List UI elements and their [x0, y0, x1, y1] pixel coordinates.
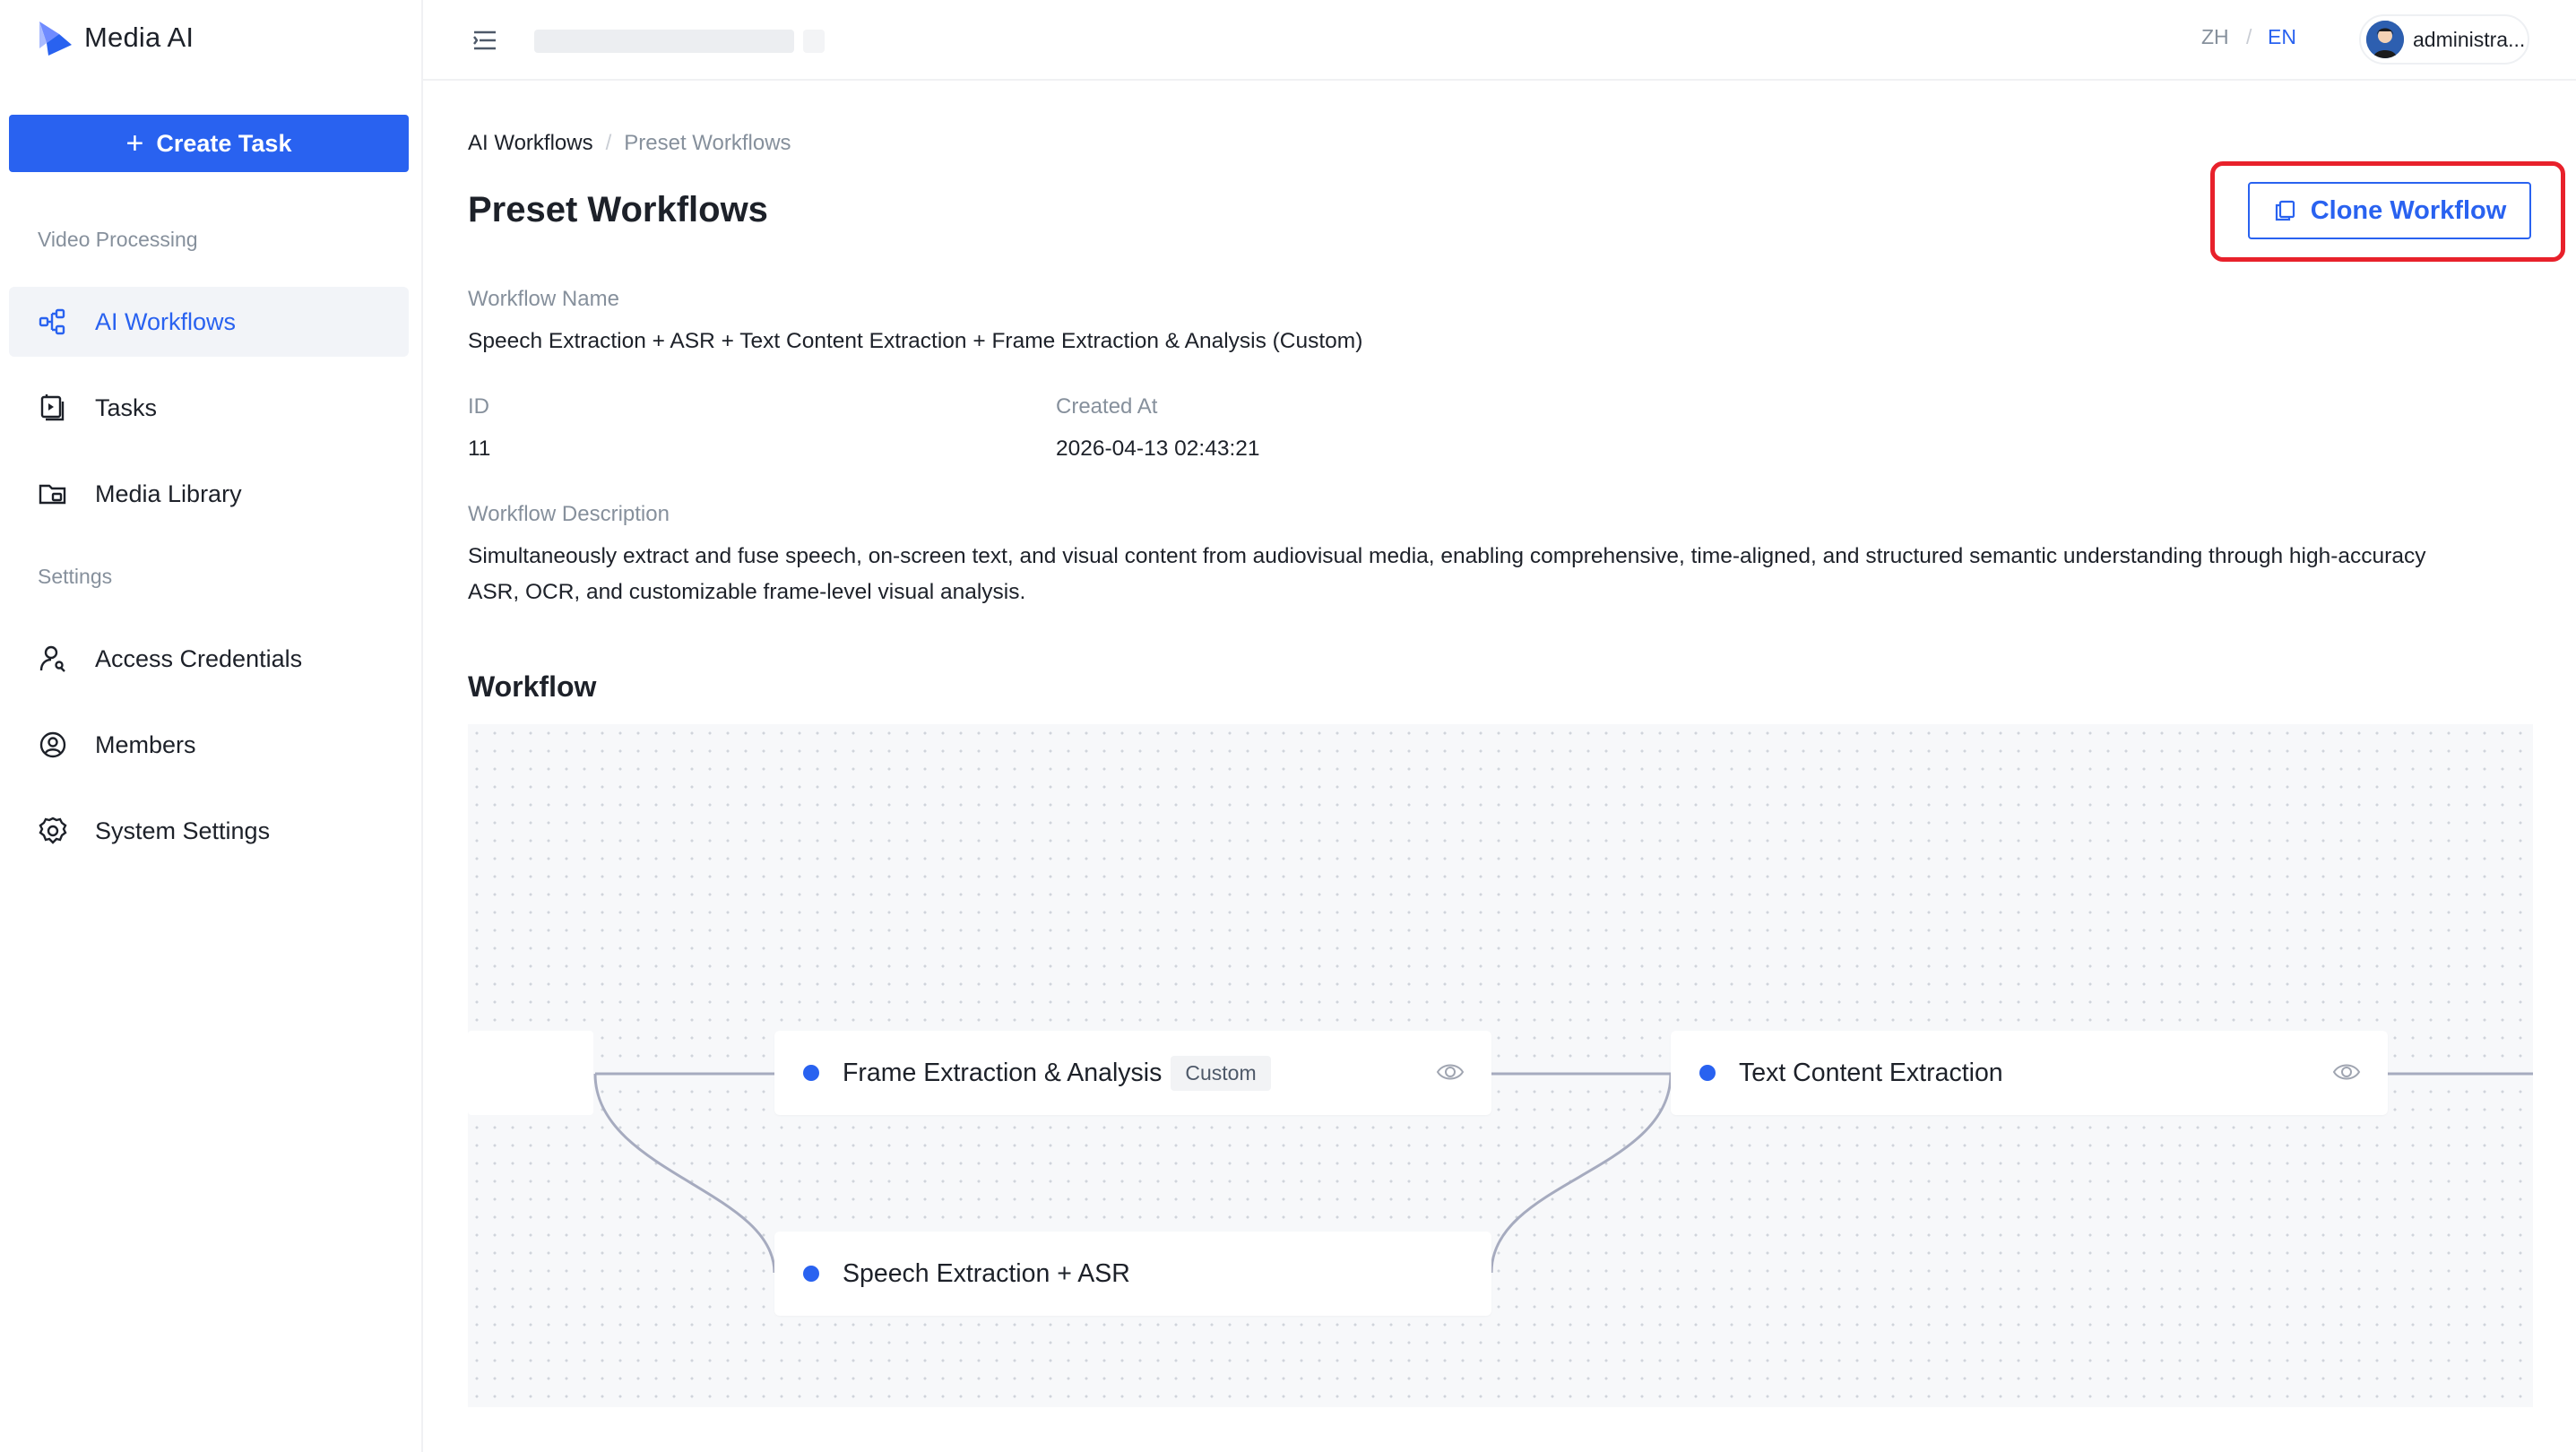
sidebar-item-system-settings[interactable]: System Settings — [9, 796, 409, 866]
plus-icon: + — [125, 126, 144, 160]
clone-workflow-button[interactable]: Clone Workflow — [2248, 182, 2531, 239]
workflow-name-value: Speech Extraction + ASR + Text Content E… — [468, 329, 1363, 353]
redacted-header-text-2 — [803, 30, 825, 53]
clone-workflow-label: Clone Workflow — [2310, 195, 2507, 225]
node-label: Frame Extraction & Analysis — [843, 1058, 1163, 1087]
node-label: Text Content Extraction — [1739, 1058, 2003, 1087]
sidebar-item-label: Members — [95, 730, 196, 758]
sidebar-item-media-library[interactable]: Media Library — [9, 459, 409, 529]
breadcrumb: AI Workflows / Preset Workflows — [468, 131, 791, 156]
sidebar-item-access-credentials[interactable]: Access Credentials — [9, 624, 409, 694]
sidebar-item-label: System Settings — [95, 817, 271, 844]
brand-logo[interactable]: Media AI — [36, 16, 194, 59]
lang-separator: / — [2246, 25, 2252, 48]
breadcrumb-ai-workflows[interactable]: AI Workflows — [468, 131, 593, 156]
workflow-name-label: Workflow Name — [468, 287, 619, 311]
nav-group-settings: Settings — [38, 565, 113, 588]
tasks-icon — [38, 393, 68, 423]
workflow-description-label: Workflow Description — [468, 502, 670, 526]
copy-icon — [2275, 200, 2295, 221]
lang-zh-toggle[interactable]: ZH — [2201, 25, 2229, 49]
breadcrumb-separator: / — [605, 131, 612, 155]
edge-speech-to-text — [1490, 1073, 1673, 1274]
eye-icon[interactable] — [1436, 1059, 1465, 1085]
workflow-description-value: Simultaneously extract and fuse speech, … — [468, 544, 2426, 604]
sidebar-item-label: AI Workflows — [95, 307, 237, 335]
node-status-dot — [803, 1266, 819, 1282]
custom-tag: Custom — [1171, 1055, 1271, 1091]
id-label: ID — [468, 394, 489, 419]
breadcrumb-current: Preset Workflows — [624, 131, 791, 155]
created-at-label: Created At — [1056, 394, 1158, 419]
logo-icon — [39, 22, 72, 56]
sidebar-item-label: Tasks — [95, 393, 158, 421]
nav-group-video-processing: Video Processing — [38, 228, 198, 251]
create-task-button[interactable]: + Create Task — [9, 115, 409, 172]
user-circle-icon — [38, 730, 68, 760]
eye-icon[interactable] — [2332, 1059, 2361, 1085]
node-status-dot — [803, 1065, 819, 1081]
sidebar-item-members[interactable]: Members — [9, 710, 409, 780]
workflow-section-title: Workflow — [468, 670, 597, 703]
top-header: ZH / EN administra... — [423, 0, 2576, 81]
node-text-content-extraction[interactable]: Text Content Extraction — [1671, 1031, 2388, 1115]
sidebar-item-label: Media Library — [95, 480, 242, 507]
page-title: Preset Workflows — [468, 190, 768, 229]
workflow-icon — [38, 307, 68, 337]
redacted-header-text — [534, 30, 794, 53]
lang-en-toggle[interactable]: EN — [2268, 25, 2296, 49]
brand-name: Media AI — [84, 22, 194, 53]
created-at-value: 2026-04-13 02:43:21 — [1056, 436, 1260, 461]
sidebar-item-tasks[interactable]: Tasks — [9, 373, 409, 443]
workflow-canvas[interactable]: Frame Extraction & Analysis Custom Text … — [468, 724, 2533, 1407]
sidebar: Media AI + Create Task Video Processing … — [0, 0, 423, 1452]
gear-icon — [38, 816, 68, 846]
node-speech-extraction-asr[interactable]: Speech Extraction + ASR — [774, 1232, 1491, 1316]
workflow-start-node[interactable] — [468, 1031, 593, 1115]
user-name: administra... — [2413, 27, 2526, 51]
node-label: Speech Extraction + ASR — [843, 1258, 1130, 1288]
user-menu[interactable]: administra... — [2359, 14, 2529, 65]
sidebar-item-label: Access Credentials — [95, 644, 303, 672]
edge-start-to-speech — [593, 1073, 776, 1274]
app-root: Media AI + Create Task Video Processing … — [0, 0, 2576, 1452]
avatar — [2366, 21, 2404, 58]
key-user-icon — [38, 644, 68, 674]
node-frame-extraction[interactable]: Frame Extraction & Analysis Custom — [774, 1031, 1491, 1115]
folder-icon — [38, 479, 68, 509]
id-value: 11 — [468, 436, 491, 461]
create-task-label: Create Task — [156, 129, 292, 157]
sidebar-item-ai-workflows[interactable]: AI Workflows — [9, 287, 409, 357]
menu-collapse-icon[interactable] — [470, 25, 500, 56]
node-status-dot — [1699, 1065, 1716, 1081]
